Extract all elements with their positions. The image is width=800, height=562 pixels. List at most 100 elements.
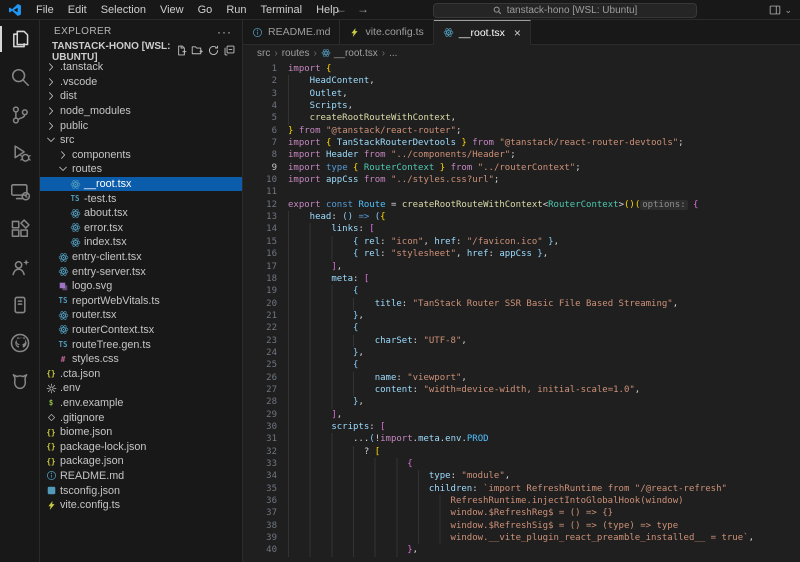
code-line-13[interactable]: 13head: () => ({	[243, 211, 800, 223]
breadcrumb-item-src[interactable]: src	[257, 48, 270, 59]
code-line-3[interactable]: 3Outlet,	[243, 88, 800, 100]
code-line-20[interactable]: 20title: "TanStack Router SSR Basic File…	[243, 298, 800, 310]
code-line-23[interactable]: 23charSet: "UTF-8",	[243, 335, 800, 347]
history-back-button[interactable]: ←	[335, 0, 347, 20]
code-line-10[interactable]: 10import appCss from "../styles.css?url"…	[243, 174, 800, 186]
code-line-34[interactable]: 34type: "module",	[243, 470, 800, 482]
code-line-2[interactable]: 2HeadContent,	[243, 75, 800, 87]
tree-item-about.tsx[interactable]: about.tsx	[40, 206, 242, 221]
code-line-38[interactable]: 38window.$RefreshSig$ = () => (type) => …	[243, 520, 800, 532]
breadcrumb-item-__root.tsx[interactable]: __root.tsx	[321, 48, 378, 59]
tree-item-.vscode[interactable]: .vscode	[40, 75, 242, 90]
tab-__root.tsx[interactable]: __root.tsx×	[434, 20, 531, 45]
tree-item-components[interactable]: components	[40, 148, 242, 163]
menu-run[interactable]: Run	[219, 0, 253, 20]
code-line-17[interactable]: 17],	[243, 261, 800, 273]
code-line-5[interactable]: 5createRootRouteWithContext,	[243, 112, 800, 124]
tree-item-styles.css[interactable]: #styles.css	[40, 352, 242, 367]
tree-item-.env[interactable]: .env	[40, 381, 242, 396]
tree-item-dist[interactable]: dist	[40, 89, 242, 104]
code-line-14[interactable]: 14links: [	[243, 223, 800, 235]
code-line-30[interactable]: 30scripts: [	[243, 421, 800, 433]
code-line-37[interactable]: 37window.$RefreshReg$ = () => {}	[243, 507, 800, 519]
code-line-19[interactable]: 19{	[243, 285, 800, 297]
code-line-26[interactable]: 26name: "viewport",	[243, 372, 800, 384]
code-line-39[interactable]: 39window.__vite_plugin_react_preamble_in…	[243, 532, 800, 544]
code-line-22[interactable]: 22{	[243, 322, 800, 334]
menu-edit[interactable]: Edit	[61, 0, 94, 20]
tree-item-routerContext.tsx[interactable]: routerContext.tsx	[40, 323, 242, 338]
close-tab-icon[interactable]: ×	[514, 27, 521, 39]
tree-item-.env.example[interactable]: $.env.example	[40, 396, 242, 411]
activity-explorer-icon[interactable]	[0, 20, 40, 58]
tree-item-logo.svg[interactable]: logo.svg	[40, 279, 242, 294]
tree-item-vite.config.ts[interactable]: vite.config.ts	[40, 498, 242, 513]
menu-view[interactable]: View	[153, 0, 191, 20]
activity-run-and-debug-icon[interactable]	[0, 134, 40, 172]
activity-remote-explorer-icon[interactable]	[0, 172, 40, 210]
command-center-search[interactable]: tanstack-hono [WSL: Ubuntu]	[433, 3, 697, 18]
activity-search-icon[interactable]	[0, 58, 40, 96]
tree-item-__root.tsx[interactable]: __root.tsx	[40, 177, 242, 192]
activity-github-icon[interactable]	[0, 324, 40, 362]
code-line-33[interactable]: 33{	[243, 458, 800, 470]
activity-extension-sparkle-icon[interactable]	[0, 248, 40, 286]
code-line-35[interactable]: 35children: `import RefreshRuntime from …	[243, 483, 800, 495]
menu-terminal[interactable]: Terminal	[254, 0, 310, 20]
tree-item-biome.json[interactable]: {}biome.json	[40, 425, 242, 440]
collapse-all-button[interactable]	[223, 44, 236, 60]
code-line-31[interactable]: 31...(!import.meta.env.PROD	[243, 433, 800, 445]
code-line-29[interactable]: 29],	[243, 409, 800, 421]
breadcrumb-item-...[interactable]: ...	[389, 48, 397, 59]
layout-chevron-icon[interactable]: ⌄	[784, 5, 792, 16]
tree-item-routeTree.gen.ts[interactable]: TSrouteTree.gen.ts	[40, 337, 242, 352]
tree-item-router.tsx[interactable]: router.tsx	[40, 308, 242, 323]
code-line-32[interactable]: 32? [	[243, 446, 800, 458]
activity-gitlens-icon[interactable]	[0, 362, 40, 400]
tree-item-.gitignore[interactable]: .gitignore	[40, 410, 242, 425]
code-line-18[interactable]: 18meta: [	[243, 273, 800, 285]
tree-item-reportWebVitals.ts[interactable]: TSreportWebVitals.ts	[40, 294, 242, 309]
breadcrumb-item-routes[interactable]: routes	[282, 48, 310, 59]
code-line-36[interactable]: 36RefreshRuntime.injectIntoGlobalHook(wi…	[243, 495, 800, 507]
tree-item-public[interactable]: public	[40, 118, 242, 133]
tree-item-package-lock.json[interactable]: {}package-lock.json	[40, 439, 242, 454]
new-file-button[interactable]	[175, 44, 188, 60]
code-line-6[interactable]: 6} from "@tanstack/react-router";	[243, 125, 800, 137]
code-line-21[interactable]: 21},	[243, 310, 800, 322]
tree-item-README.md[interactable]: README.md	[40, 469, 242, 484]
code-line-7[interactable]: 7import { TanStackRouterDevtools } from …	[243, 137, 800, 149]
tree-item-.cta.json[interactable]: {}.cta.json	[40, 366, 242, 381]
tree-item-entry-client.tsx[interactable]: entry-client.tsx	[40, 250, 242, 265]
tree-item-tsconfig.json[interactable]: tsconfig.json	[40, 483, 242, 498]
menu-file[interactable]: File	[29, 0, 61, 20]
code-line-27[interactable]: 27content: "width=device-width, initial-…	[243, 384, 800, 396]
code-line-9[interactable]: 9import type { RouterContext } from "../…	[243, 162, 800, 174]
tree-item-routes[interactable]: routes	[40, 162, 242, 177]
code-line-28[interactable]: 28},	[243, 396, 800, 408]
code-line-25[interactable]: 25{	[243, 359, 800, 371]
menu-go[interactable]: Go	[191, 0, 220, 20]
tree-item--test.ts[interactable]: TS-test.ts	[40, 191, 242, 206]
menu-selection[interactable]: Selection	[94, 0, 153, 20]
code-line-12[interactable]: 12export const Route = createRootRouteWi…	[243, 199, 800, 211]
tab-vite.config.ts[interactable]: vite.config.ts	[340, 20, 433, 44]
layout-panel-icon[interactable]	[768, 3, 782, 17]
code-line-8[interactable]: 8import Header from "../components/Heade…	[243, 149, 800, 161]
explorer-more-actions-button[interactable]: ···	[217, 25, 232, 39]
code-line-11[interactable]: 11	[243, 186, 800, 198]
code-line-1[interactable]: 1import {	[243, 63, 800, 75]
tree-item-error.tsx[interactable]: error.tsx	[40, 221, 242, 236]
code-line-16[interactable]: 16{ rel: "stylesheet", href: appCss },	[243, 248, 800, 260]
code-line-15[interactable]: 15{ rel: "icon", href: "/favicon.ico" },	[243, 236, 800, 248]
code-line-24[interactable]: 24},	[243, 347, 800, 359]
activity-extension-panel-icon[interactable]	[0, 286, 40, 324]
code-line-40[interactable]: 40},	[243, 544, 800, 556]
tree-item-package.json[interactable]: {}package.json	[40, 454, 242, 469]
tab-README.md[interactable]: README.md	[243, 20, 340, 44]
code-editor[interactable]: 1import {2HeadContent,3Outlet,4Scripts,5…	[243, 61, 800, 562]
tree-item-index.tsx[interactable]: index.tsx	[40, 235, 242, 250]
activity-source-control-icon[interactable]	[0, 96, 40, 134]
tree-item-entry-server.tsx[interactable]: entry-server.tsx	[40, 264, 242, 279]
tree-item-node_modules[interactable]: node_modules	[40, 104, 242, 119]
